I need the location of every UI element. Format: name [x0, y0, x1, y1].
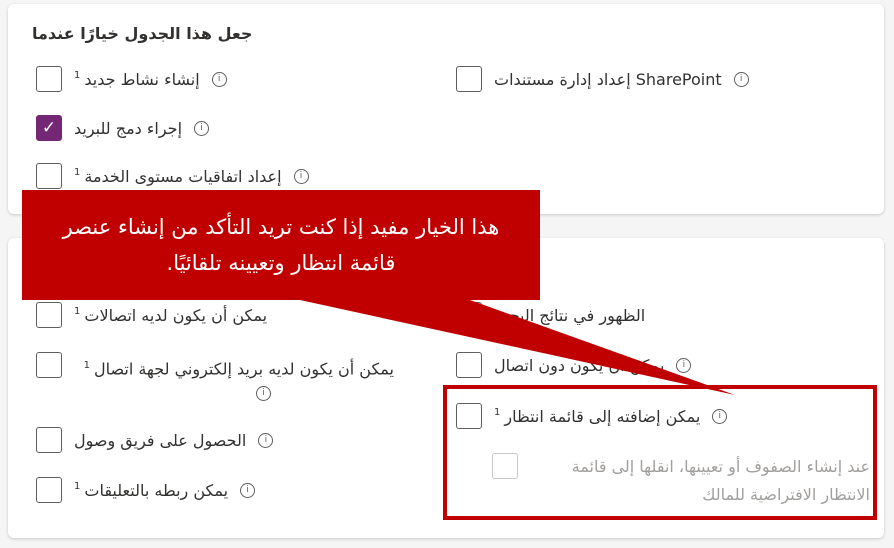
callout-tooltip: هذا الخيار مفيد إذا كنت تريد التأكد من إ… [22, 190, 540, 300]
callout-text: هذا الخيار مفيد إذا كنت تريد التأكد من إ… [62, 215, 500, 275]
callout-pointer-shape [300, 300, 735, 395]
